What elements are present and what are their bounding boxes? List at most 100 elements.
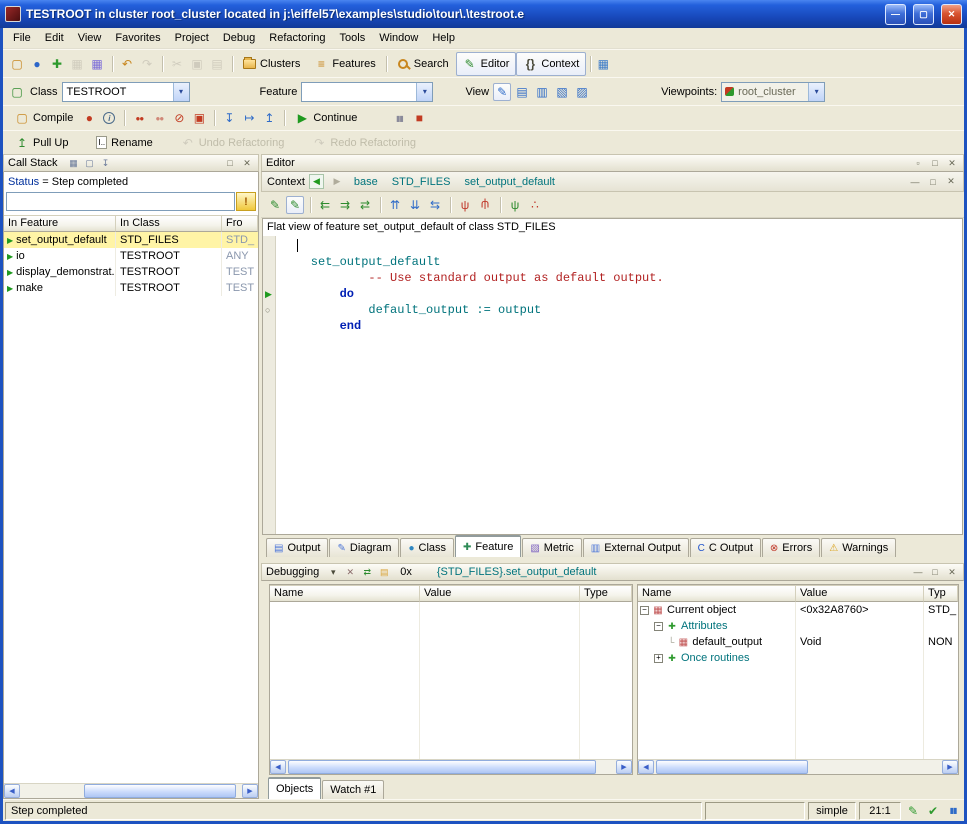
tab-c-output[interactable]: C C Output	[690, 538, 761, 557]
menu-window[interactable]: Window	[372, 29, 425, 47]
save-all-icon[interactable]: ▦	[88, 55, 106, 73]
open-new-tab-icon[interactable]: ▢	[8, 83, 26, 101]
forward-icon[interactable]: ▶	[328, 173, 346, 191]
column-type[interactable]: Type	[580, 585, 632, 602]
diagram-tool-icon[interactable]: ▦	[594, 55, 612, 73]
stop-icon[interactable]: ■	[410, 109, 428, 127]
remove-breakpoints-icon[interactable]: ⊘	[170, 109, 188, 127]
paste-icon[interactable]: ▤	[208, 55, 226, 73]
breadcrumb-feature[interactable]: set_output_default	[464, 176, 555, 188]
scrollbar-thumb[interactable]	[656, 760, 808, 774]
viewpoints-combo[interactable]: root_cluster ▾	[721, 82, 825, 102]
set-stack-depth-icon[interactable]: ↧	[99, 156, 113, 170]
call-stack-hscrollbar[interactable]: ◀ ▶	[4, 783, 258, 798]
maximize-icon[interactable]: □	[223, 156, 237, 170]
stack-depth-input[interactable]	[6, 192, 235, 211]
info-icon[interactable]: i	[103, 112, 115, 124]
menu-help[interactable]: Help	[425, 29, 462, 47]
descendants-icon[interactable]: ⇊	[406, 196, 424, 214]
scrollbar-track[interactable]	[286, 760, 616, 774]
maximize-icon[interactable]: □	[928, 156, 942, 170]
open-call-stack-icon[interactable]: ▢	[83, 156, 97, 170]
caret-down-icon[interactable]: ▾	[326, 565, 340, 579]
call-stack-header[interactable]: Call Stack ▦▢↧ □ ✕	[3, 154, 259, 172]
search-button[interactable]: Search	[391, 55, 456, 73]
code-line[interactable]: -- Use standard output as default output…	[282, 270, 962, 286]
homonyms-icon[interactable]: ψ	[506, 196, 524, 214]
scroll-right-icon[interactable]: ▶	[616, 760, 632, 774]
code-line[interactable]: set_output_default	[282, 254, 962, 270]
tab-warnings[interactable]: ⚠ Warnings	[821, 538, 896, 557]
undock-icon[interactable]: ▫	[911, 156, 925, 170]
chevron-down-icon[interactable]: ▾	[173, 83, 189, 101]
callees-icon[interactable]: ⇉	[336, 196, 354, 214]
menu-refactoring[interactable]: Refactoring	[262, 29, 332, 47]
call-stack-row[interactable]: ▶ io TESTROOT ANY	[4, 248, 258, 264]
add-class-icon[interactable]: ✚	[48, 55, 66, 73]
chevron-down-icon[interactable]: ▾	[808, 83, 824, 101]
save-call-stack-icon[interactable]: ▦	[67, 156, 81, 170]
open-project-icon[interactable]: ●	[28, 55, 46, 73]
undo-icon[interactable]: ↶	[118, 55, 136, 73]
clients-suppliers-icon[interactable]: ⇆	[426, 196, 444, 214]
assigners-icon[interactable]: ⇄	[356, 196, 374, 214]
breadcrumb-base[interactable]: base	[354, 176, 378, 188]
maximize-icon[interactable]: □	[926, 175, 940, 189]
rename-button[interactable]: I.. Rename	[89, 133, 159, 152]
ancestor-versions-icon[interactable]: ψ	[456, 196, 474, 214]
code-line[interactable]	[282, 238, 962, 254]
step-out-icon[interactable]: ↥	[260, 109, 278, 127]
ancestors-icon[interactable]: ⇈	[386, 196, 404, 214]
watch-hscrollbar[interactable]: ◀ ▶	[270, 759, 632, 774]
scroll-left-icon[interactable]: ◀	[4, 784, 20, 798]
undo-refactoring-button[interactable]: ↶ Undo Refactoring	[174, 131, 292, 155]
editor-gutter[interactable]: ▶ ○	[263, 236, 276, 534]
close-icon[interactable]: ✕	[945, 156, 959, 170]
copy-icon[interactable]: ▣	[188, 55, 206, 73]
implementers-icon[interactable]: ∴	[526, 196, 544, 214]
restore-button[interactable]: ▢	[913, 4, 934, 25]
column-from[interactable]: Fro	[222, 215, 258, 232]
interface-view-icon[interactable]: ▨	[573, 83, 591, 101]
close-icon[interactable]: ✕	[944, 175, 958, 189]
scroll-left-icon[interactable]: ◀	[270, 760, 286, 774]
descendant-versions-icon[interactable]: ψ	[476, 196, 494, 214]
scrollbar-thumb[interactable]	[288, 760, 596, 774]
compile-button[interactable]: ▢ Compile	[8, 106, 80, 130]
column-in-class[interactable]: In Class	[116, 215, 222, 232]
menu-project[interactable]: Project	[168, 29, 216, 47]
menu-debug[interactable]: Debug	[216, 29, 262, 47]
features-button[interactable]: ≡ Features	[307, 52, 382, 76]
basic-text-view-icon[interactable]: ✎	[493, 83, 511, 101]
clusters-button[interactable]: Clusters	[236, 55, 307, 73]
enable-breakpoints-icon[interactable]: ●●	[130, 109, 148, 127]
expand-icon[interactable]: +	[654, 654, 663, 663]
context-button[interactable]: {} Context	[516, 52, 586, 76]
continue-button[interactable]: ▶ Continue	[288, 106, 364, 130]
step-over-icon[interactable]: ↦	[240, 109, 258, 127]
column-name[interactable]: Name	[270, 585, 420, 602]
breadcrumb-class[interactable]: STD_FILES	[392, 176, 451, 188]
scroll-right-icon[interactable]: ▶	[242, 784, 258, 798]
callers-icon[interactable]: ⇇	[316, 196, 334, 214]
redo-refactoring-button[interactable]: ↷ Redo Refactoring	[305, 131, 423, 155]
exchange-icon[interactable]: ⇄	[360, 565, 374, 579]
editor-button[interactable]: ✎ Editor	[456, 52, 517, 76]
menu-view[interactable]: View	[71, 29, 109, 47]
tab-metric[interactable]: ▧ Metric	[522, 538, 581, 557]
tab-diagram[interactable]: ✎ Diagram	[329, 538, 399, 557]
exception-handling-icon[interactable]: ▣	[190, 109, 208, 127]
contract-view-icon[interactable]: ▧	[553, 83, 571, 101]
call-stack-row[interactable]: ▶ set_output_default STD_FILES STD_	[4, 232, 258, 248]
code-line[interactable]: do	[282, 286, 962, 302]
minimize-button[interactable]: —	[885, 4, 906, 25]
tab-feature[interactable]: ✚ Feature	[455, 535, 521, 557]
column-name[interactable]: Name	[638, 585, 796, 602]
disable-breakpoints-icon[interactable]: ●●	[150, 109, 168, 127]
tree-row-attributes[interactable]: − ✚ Attributes	[638, 618, 958, 634]
refresh-stack-button[interactable]: !	[236, 192, 256, 211]
column-type[interactable]: Typ	[924, 585, 958, 602]
maximize-icon[interactable]: □	[928, 565, 942, 579]
redo-icon[interactable]: ↷	[138, 55, 156, 73]
chevron-down-icon[interactable]: ▾	[416, 83, 432, 101]
